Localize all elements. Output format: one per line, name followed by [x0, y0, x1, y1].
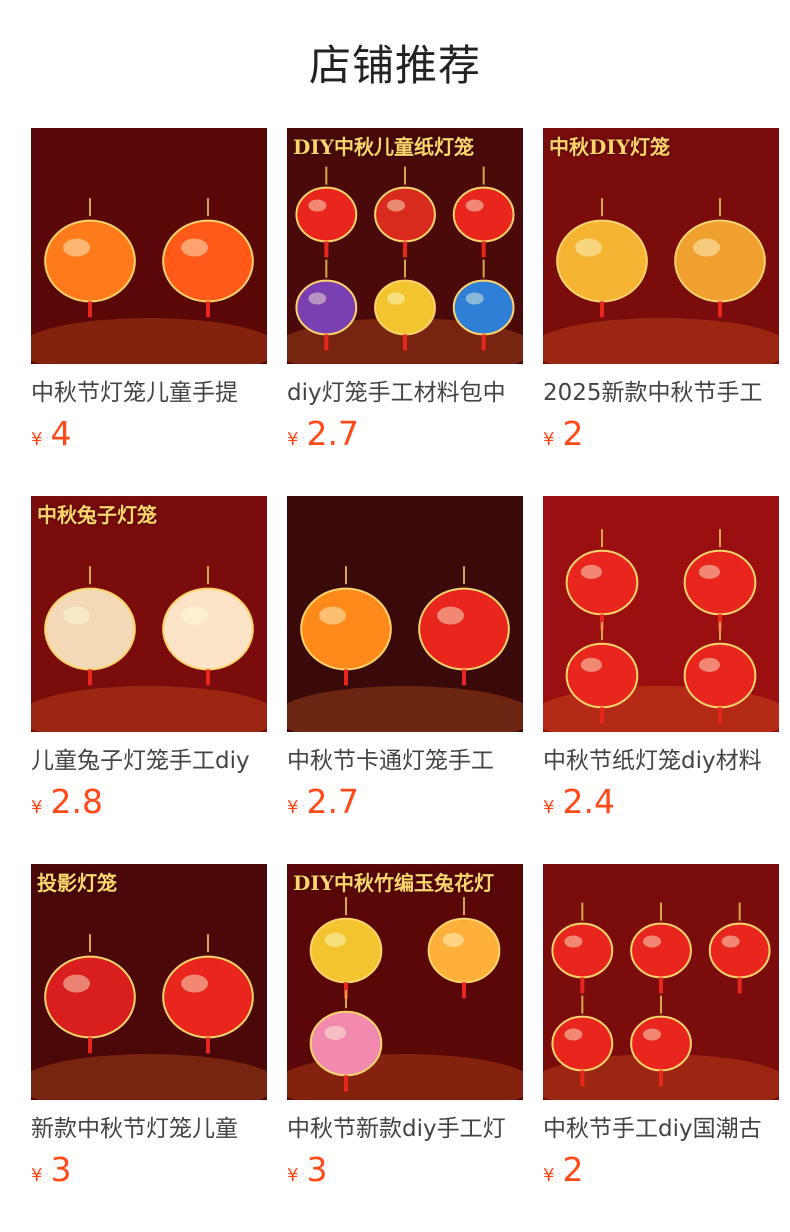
price-amount: 3: [306, 1150, 328, 1189]
price-amount: 2.7: [306, 414, 359, 453]
currency-symbol: ¥: [543, 429, 555, 450]
product-image[interactable]: [31, 128, 267, 364]
product-image-art: [543, 496, 779, 732]
product-image-art: [287, 128, 523, 364]
product-price: ¥2.7: [287, 782, 523, 822]
product-price: ¥3: [287, 1150, 523, 1190]
product-image-caption: 投影灯笼: [37, 871, 117, 895]
product-image-caption: 中秋兔子灯笼: [37, 503, 157, 527]
product-price: ¥2: [543, 414, 779, 454]
product-name[interactable]: 中秋节手工diy国潮古: [543, 1112, 779, 1146]
lantern-shape: [630, 922, 692, 979]
currency-symbol: ¥: [31, 1165, 43, 1186]
currency-symbol: ¥: [543, 1165, 555, 1186]
price-amount: 4: [50, 414, 72, 453]
product-image[interactable]: 中秋兔子灯笼: [31, 496, 267, 732]
lantern-shape: [374, 186, 436, 243]
lantern-shape: [630, 1015, 692, 1072]
product-image-art: [31, 864, 267, 1100]
lantern-shape: [44, 587, 136, 671]
currency-symbol: ¥: [287, 797, 299, 818]
lantern-shape: [162, 587, 254, 671]
product-price: ¥2: [543, 1150, 779, 1190]
lantern-shape: [708, 922, 771, 979]
product-name[interactable]: 2025新款中秋节手工: [543, 376, 779, 410]
product-card[interactable]: DIY中秋竹编玉兔花灯中秋节新款diy手工灯 ¥3: [287, 864, 523, 1232]
product-card[interactable]: DIY中秋儿童纸灯笼 diy灯笼手工材料包中 ¥2.7: [287, 128, 523, 496]
lantern-shape: [374, 279, 436, 336]
product-price: ¥4: [31, 414, 267, 454]
product-price: ¥2.7: [287, 414, 523, 454]
product-image-art: [287, 496, 523, 732]
price-amount: 2: [562, 1150, 584, 1189]
lantern-shape: [565, 549, 639, 616]
store-recommendation-page: 店铺推荐 中秋节灯笼儿童手提 ¥4 DIY中秋儿童纸灯笼 diy灯笼手工材料包中 ¥2.…: [0, 0, 790, 1232]
lantern-shape: [452, 186, 515, 243]
currency-symbol: ¥: [287, 429, 299, 450]
lantern-shape: [683, 549, 757, 616]
lantern-shape: [309, 917, 383, 984]
lantern-shape: [418, 587, 510, 671]
product-name[interactable]: 中秋节新款diy手工灯: [287, 1112, 523, 1146]
product-name[interactable]: diy灯笼手工材料包中: [287, 376, 523, 410]
product-card[interactable]: 中秋节手工diy国潮古 ¥2: [543, 864, 779, 1232]
lantern-shape: [44, 219, 136, 303]
currency-symbol: ¥: [287, 1165, 299, 1186]
lantern-shape: [295, 186, 358, 243]
product-name[interactable]: 儿童兔子灯笼手工diy: [31, 744, 267, 778]
product-price: ¥2.8: [31, 782, 267, 822]
product-card[interactable]: 中秋节卡通灯笼手工 ¥2.7: [287, 496, 523, 864]
lantern-shape: [674, 219, 766, 303]
product-price: ¥3: [31, 1150, 267, 1190]
lantern-shape: [162, 219, 254, 303]
product-image-caption: DIY中秋儿童纸灯笼: [293, 135, 474, 159]
product-grid: 中秋节灯笼儿童手提 ¥4 DIY中秋儿童纸灯笼 diy灯笼手工材料包中 ¥2.7 中秋DI…: [31, 128, 779, 1232]
product-name[interactable]: 中秋节卡通灯笼手工: [287, 744, 523, 778]
currency-symbol: ¥: [543, 797, 555, 818]
price-amount: 3: [50, 1150, 72, 1189]
lantern-shape: [309, 1010, 383, 1077]
lantern-shape: [683, 642, 757, 709]
product-image[interactable]: [543, 496, 779, 732]
product-image[interactable]: 投影灯笼: [31, 864, 267, 1100]
product-image-caption: 中秋DIY灯笼: [549, 135, 670, 159]
lantern-shape: [551, 1015, 614, 1072]
product-card[interactable]: 中秋DIY灯笼 2025新款中秋节手工 ¥2: [543, 128, 779, 496]
product-image-art: [31, 496, 267, 732]
product-image-art: [287, 864, 523, 1100]
price-amount: 2.8: [50, 782, 103, 821]
product-image-caption: DIY中秋竹编玉兔花灯: [293, 871, 494, 895]
lantern-shape: [300, 587, 392, 671]
product-name[interactable]: 新款中秋节灯笼儿童: [31, 1112, 267, 1146]
page-title: 店铺推荐: [308, 41, 481, 90]
product-name[interactable]: 中秋节灯笼儿童手提: [31, 376, 267, 410]
currency-symbol: ¥: [31, 797, 43, 818]
price-amount: 2.7: [306, 782, 359, 821]
product-image[interactable]: [543, 864, 779, 1100]
product-image[interactable]: 中秋DIY灯笼: [543, 128, 779, 364]
lantern-shape: [551, 922, 614, 979]
lantern-shape: [556, 219, 648, 303]
price-amount: 2: [562, 414, 584, 453]
product-card[interactable]: 中秋节灯笼儿童手提 ¥4: [31, 128, 267, 496]
product-image[interactable]: [287, 496, 523, 732]
product-card[interactable]: 中秋节纸灯笼diy材料 ¥2.4: [543, 496, 779, 864]
lantern-shape: [44, 955, 136, 1039]
product-image[interactable]: DIY中秋竹编玉兔花灯: [287, 864, 523, 1100]
price-amount: 2.4: [562, 782, 615, 821]
lantern-shape: [452, 279, 515, 336]
product-image-art: [543, 864, 779, 1100]
product-card[interactable]: 投影灯笼新款中秋节灯笼儿童 ¥3: [31, 864, 267, 1232]
product-image[interactable]: DIY中秋儿童纸灯笼: [287, 128, 523, 364]
lantern-shape: [162, 955, 254, 1039]
product-image-art: [543, 128, 779, 364]
product-name[interactable]: 中秋节纸灯笼diy材料: [543, 744, 779, 778]
lantern-shape: [565, 642, 639, 709]
product-image-art: [31, 128, 267, 364]
product-card[interactable]: 中秋兔子灯笼儿童兔子灯笼手工diy ¥2.8: [31, 496, 267, 864]
lantern-shape: [427, 917, 501, 984]
currency-symbol: ¥: [31, 429, 43, 450]
product-price: ¥2.4: [543, 782, 779, 822]
lantern-shape: [295, 279, 358, 336]
